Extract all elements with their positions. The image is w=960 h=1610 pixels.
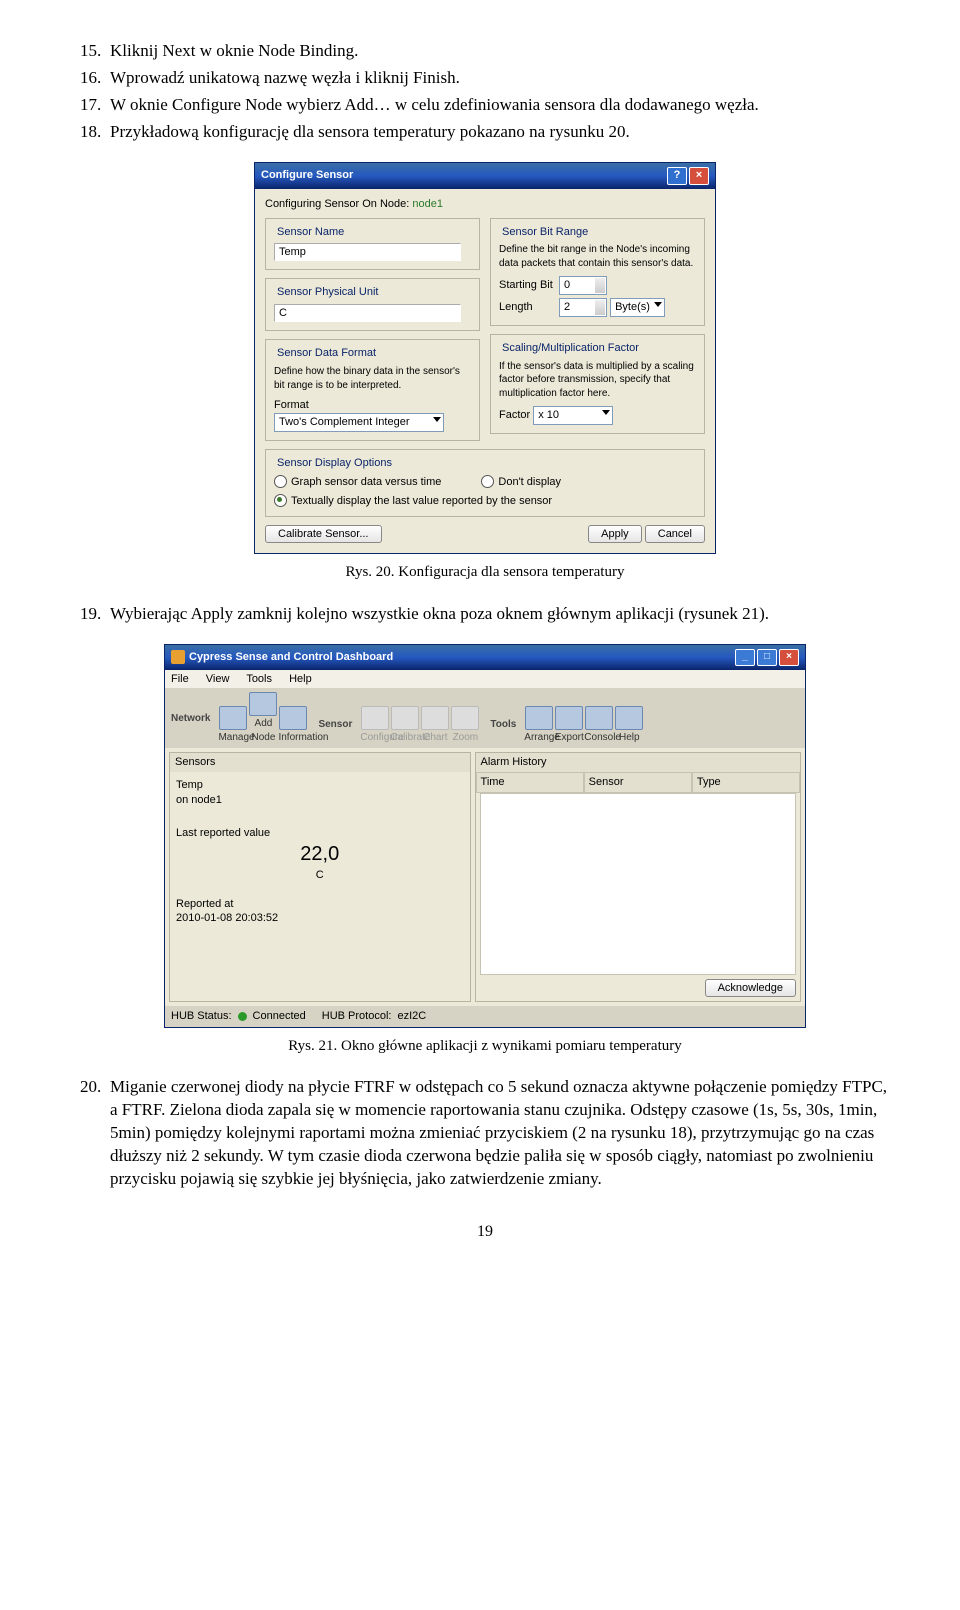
menu-file[interactable]: File xyxy=(171,673,189,685)
tb-arrange[interactable]: Arrange xyxy=(524,706,554,745)
num-20: 20. xyxy=(80,1076,110,1191)
factor-label: Factor xyxy=(499,409,530,421)
length-label: Length xyxy=(499,300,559,315)
help-icon[interactable]: ? xyxy=(667,167,687,185)
maximize-icon[interactable]: □ xyxy=(757,649,777,666)
dialog-title: Configure Sensor xyxy=(261,168,353,183)
hub-proto-label: HUB Protocol: xyxy=(322,1009,392,1024)
phys-unit-group: Sensor Physical Unit xyxy=(274,285,382,300)
tb-sensor-label: Sensor xyxy=(318,718,352,732)
length-spinner[interactable]: 2 xyxy=(559,298,607,317)
txt-20: Miganie czerwonej diody na płycie FTRF w… xyxy=(110,1076,890,1191)
bit-range-desc: Define the bit range in the Node's incom… xyxy=(499,243,696,270)
node-name: node1 xyxy=(412,198,443,210)
menu-help[interactable]: Help xyxy=(289,673,312,685)
sensor-name-input[interactable] xyxy=(274,243,461,261)
length-unit-select[interactable]: Byte(s) xyxy=(610,298,665,317)
opt-graph: Graph sensor data versus time xyxy=(291,476,441,488)
acknowledge-button[interactable]: Acknowledge xyxy=(705,979,796,997)
txt-16: Wprowadź unikatową nazwę węzła i kliknij… xyxy=(110,67,890,90)
reported-at-label: Reported at xyxy=(176,897,464,912)
radio-text[interactable] xyxy=(274,494,287,507)
status-led-icon xyxy=(238,1012,247,1021)
tb-tools-label: Tools xyxy=(490,718,516,732)
txt-15: Kliknij Next w oknie Node Binding. xyxy=(110,40,890,63)
tb-manage[interactable]: Manage xyxy=(218,706,248,745)
hub-status-label: HUB Status: xyxy=(171,1009,232,1024)
configure-sensor-dialog: Configure Sensor ? × Configuring Sensor … xyxy=(254,162,716,555)
num-16: 16. xyxy=(80,67,110,90)
sensor-node: on node1 xyxy=(176,793,464,808)
tb-configure: Configure xyxy=(360,706,390,745)
display-options-group: Sensor Display Options xyxy=(274,456,395,471)
col-sensor[interactable]: Sensor xyxy=(584,772,692,793)
unit-input[interactable] xyxy=(274,304,461,322)
caption-fig21: Rys. 21. Okno główne aplikacji z wynikam… xyxy=(80,1036,890,1056)
calibrate-button[interactable]: Calibrate Sensor... xyxy=(265,525,382,543)
tb-zoom: Zoom xyxy=(450,706,480,745)
opt-text: Textually display the last value reporte… xyxy=(291,495,552,507)
txt-19: Wybierając Apply zamknij kolejno wszystk… xyxy=(110,603,890,626)
menu-tools[interactable]: Tools xyxy=(246,673,272,685)
tb-addnode[interactable]: Add Node xyxy=(248,692,278,744)
close-icon[interactable]: × xyxy=(689,167,709,185)
data-format-group: Sensor Data Format xyxy=(274,346,379,361)
sensor-name: Temp xyxy=(176,778,464,793)
sensor-name-group: Sensor Name xyxy=(274,225,347,240)
col-type[interactable]: Type xyxy=(692,772,800,793)
cancel-button[interactable]: Cancel xyxy=(645,525,705,543)
dashboard-window: Cypress Sense and Control Dashboard _ □ … xyxy=(164,644,806,1029)
app-icon xyxy=(171,650,185,664)
num-19: 19. xyxy=(80,603,110,626)
hub-status-value: Connected xyxy=(253,1009,306,1024)
tb-help[interactable]: Help xyxy=(614,706,644,745)
sensor-unit: C xyxy=(176,868,464,883)
radio-dont[interactable] xyxy=(481,475,494,488)
minimize-icon[interactable]: _ xyxy=(735,649,755,666)
hub-proto-value: ezI2C xyxy=(397,1009,426,1024)
txt-18: Przykładową konfigurację dla sensora tem… xyxy=(110,121,890,144)
cfg-on-label: Configuring Sensor On Node: xyxy=(265,198,409,210)
tb-info[interactable]: Information xyxy=(278,706,308,745)
reported-timestamp: 2010-01-08 20:03:52 xyxy=(176,911,464,926)
radio-graph[interactable] xyxy=(274,475,287,488)
num-17: 17. xyxy=(80,94,110,117)
last-reported-label: Last reported value xyxy=(176,826,464,841)
menubar: File View Tools Help xyxy=(165,670,805,689)
bit-range-group: Sensor Bit Range xyxy=(499,225,591,240)
format-select[interactable]: Two's Complement Integer xyxy=(274,413,444,432)
scaling-group: Scaling/Multiplication Factor xyxy=(499,341,642,356)
caption-fig20: Rys. 20. Konfiguracja dla sensora temper… xyxy=(80,562,890,582)
tb-chart: Chart xyxy=(420,706,450,745)
sensors-header: Sensors xyxy=(170,753,470,772)
txt-17: W oknie Configure Node wybierz Add… w ce… xyxy=(110,94,890,117)
tb-calibrate: Calibrate xyxy=(390,706,420,745)
num-18: 18. xyxy=(80,121,110,144)
menu-view[interactable]: View xyxy=(206,673,230,685)
scaling-desc: If the sensor's data is multiplied by a … xyxy=(499,360,696,401)
toolbar: Network Manage Add Node Information Sens… xyxy=(165,688,805,748)
factor-select[interactable]: x 10 xyxy=(533,406,613,425)
tb-export[interactable]: Export xyxy=(554,706,584,745)
alarm-header: Alarm History xyxy=(476,753,800,772)
opt-dont: Don't display xyxy=(498,476,561,488)
startbit-spinner[interactable]: 0 xyxy=(559,276,607,295)
window-title: Cypress Sense and Control Dashboard xyxy=(189,651,393,663)
col-time[interactable]: Time xyxy=(476,772,584,793)
num-15: 15. xyxy=(80,40,110,63)
tb-network-label: Network xyxy=(171,712,210,726)
close-icon[interactable]: × xyxy=(779,649,799,666)
data-format-desc: Define how the binary data in the sensor… xyxy=(274,365,471,392)
alarm-list xyxy=(480,793,796,975)
page-number: 19 xyxy=(80,1221,890,1243)
startbit-label: Starting Bit xyxy=(499,278,559,293)
tb-console[interactable]: Console xyxy=(584,706,614,745)
format-label: Format xyxy=(274,399,309,411)
apply-button[interactable]: Apply xyxy=(588,525,642,543)
sensor-value: 22,0 xyxy=(176,841,464,868)
